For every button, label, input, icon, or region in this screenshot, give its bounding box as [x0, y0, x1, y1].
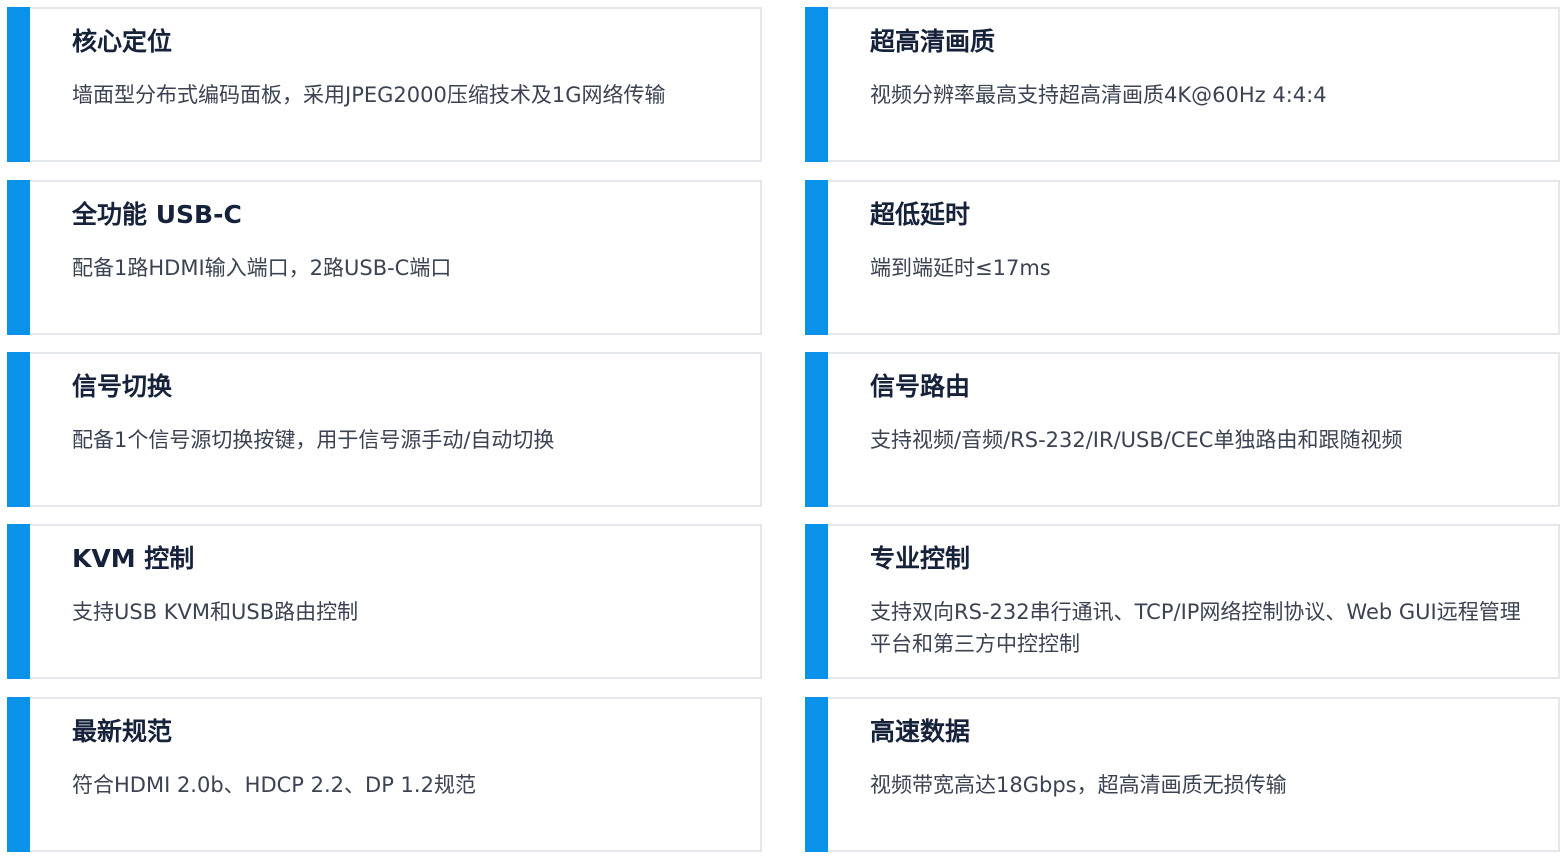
- feature-title: 专业控制: [870, 544, 971, 573]
- feature-description: 支持USB KVM和USB路由控制: [72, 600, 359, 624]
- feature-card-usb-c: 全功能 USB-C 配备1路HDMI输入端口，2路USB-C端口: [7, 180, 762, 335]
- feature-description: 支持视频/音频/RS-232/IR/USB/CEC单独路由和跟随视频: [870, 428, 1403, 452]
- feature-card-signal-switching: 信号切换 配备1个信号源切换按键，用于信号源手动/自动切换: [7, 352, 762, 507]
- feature-title: 全功能 USB-C: [72, 200, 242, 229]
- card-accent-bar: [805, 352, 828, 507]
- card-accent-bar: [7, 524, 30, 679]
- feature-description: 视频分辨率最高支持超高清画质4K@60Hz 4:4:4: [870, 83, 1327, 107]
- feature-description: 端到端延时≤17ms: [870, 256, 1051, 280]
- feature-description: 墙面型分布式编码面板，采用JPEG2000压缩技术及1G网络传输: [72, 83, 666, 107]
- feature-title: 信号路由: [870, 372, 971, 401]
- feature-card-pro-control: 专业控制 支持双向RS-232串行通讯、TCP/IP网络控制协议、Web GUI…: [805, 524, 1560, 679]
- card-accent-bar: [7, 352, 30, 507]
- feature-description: 符合HDMI 2.0b、HDCP 2.2、DP 1.2规范: [72, 773, 476, 797]
- feature-title: 最新规范: [72, 717, 173, 746]
- feature-title: 信号切换: [72, 372, 173, 401]
- feature-description: 配备1路HDMI输入端口，2路USB-C端口: [72, 256, 452, 280]
- feature-card-uhd-quality: 超高清画质 视频分辨率最高支持超高清画质4K@60Hz 4:4:4: [805, 7, 1560, 162]
- feature-card-high-speed-data: 高速数据 视频带宽高达18Gbps，超高清画质无损传输: [805, 697, 1560, 852]
- feature-description: 支持双向RS-232串行通讯、TCP/IP网络控制协议、Web GUI远程管理平…: [870, 600, 1521, 656]
- feature-card-latest-specs: 最新规范 符合HDMI 2.0b、HDCP 2.2、DP 1.2规范: [7, 697, 762, 852]
- feature-card-low-latency: 超低延时 端到端延时≤17ms: [805, 180, 1560, 335]
- feature-title: KVM 控制: [72, 544, 195, 573]
- card-accent-bar: [805, 697, 828, 852]
- card-accent-bar: [7, 180, 30, 335]
- card-accent-bar: [805, 180, 828, 335]
- feature-card-signal-routing: 信号路由 支持视频/音频/RS-232/IR/USB/CEC单独路由和跟随视频: [805, 352, 1560, 507]
- feature-card-kvm-control: KVM 控制 支持USB KVM和USB路由控制: [7, 524, 762, 679]
- card-accent-bar: [805, 524, 828, 679]
- feature-card-core-positioning: 核心定位 墙面型分布式编码面板，采用JPEG2000压缩技术及1G网络传输: [7, 7, 762, 162]
- feature-title: 高速数据: [870, 717, 971, 746]
- feature-title: 超低延时: [870, 200, 971, 229]
- card-accent-bar: [7, 697, 30, 852]
- feature-description: 视频带宽高达18Gbps，超高清画质无损传输: [870, 773, 1287, 797]
- card-accent-bar: [7, 7, 30, 162]
- feature-title: 核心定位: [72, 27, 173, 56]
- feature-description: 配备1个信号源切换按键，用于信号源手动/自动切换: [72, 428, 555, 452]
- card-accent-bar: [805, 7, 828, 162]
- feature-title: 超高清画质: [870, 27, 996, 56]
